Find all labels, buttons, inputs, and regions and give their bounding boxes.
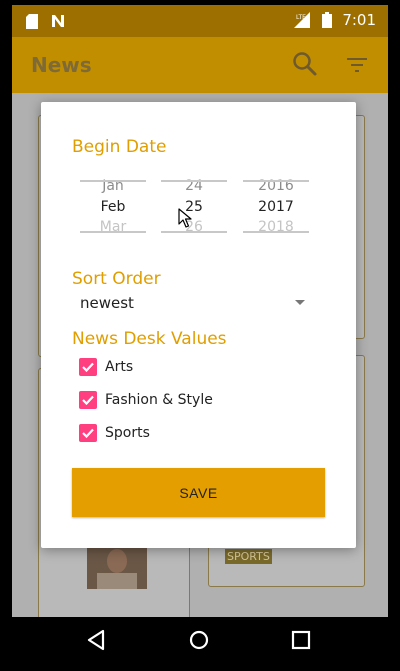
app-title: News: [31, 53, 92, 77]
news-desk-option-arts[interactable]: Arts: [79, 357, 133, 377]
filter-dialog: Begin Date Jan Feb Mar 24 25 26 2016 201…: [41, 102, 356, 548]
checkbox-checked-icon[interactable]: [79, 358, 97, 376]
picker-divider: [243, 180, 309, 182]
sort-order-title: Sort Order: [72, 269, 161, 289]
day-next-value[interactable]: 26: [161, 220, 227, 234]
navigation-bar: [12, 617, 388, 666]
status-bar: LTE 7:01: [12, 5, 388, 37]
dropdown-arrow-icon[interactable]: [295, 300, 305, 305]
article-thumbnail: [87, 545, 147, 589]
begin-date-title: Begin Date: [72, 137, 167, 157]
checkbox-checked-icon[interactable]: [79, 424, 97, 442]
search-icon[interactable]: [292, 51, 318, 81]
month-next-value[interactable]: Mar: [80, 220, 146, 234]
checkbox-label: Fashion & Style: [105, 392, 213, 408]
year-next-value[interactable]: 2018: [243, 220, 309, 234]
month-current-value[interactable]: Feb: [80, 199, 146, 215]
back-icon[interactable]: [86, 629, 106, 655]
sports-tag: SPORTS: [225, 549, 272, 564]
month-picker[interactable]: Jan Feb Mar: [80, 168, 146, 234]
filter-icon[interactable]: [347, 57, 367, 77]
news-desk-option-fashion[interactable]: Fashion & Style: [79, 390, 213, 410]
mouse-cursor-icon: [178, 208, 192, 232]
checkbox-label: Sports: [105, 425, 150, 441]
home-icon[interactable]: [188, 629, 210, 655]
sort-order-spinner[interactable]: newest: [80, 294, 134, 312]
battery-icon: [322, 12, 333, 28]
n-app-icon: [52, 15, 64, 27]
sd-card-icon: [26, 13, 38, 29]
picker-divider: [161, 180, 227, 182]
signal-icon: LTE: [294, 12, 311, 28]
day-picker[interactable]: 24 25 26: [161, 168, 227, 234]
news-desk-title: News Desk Values: [72, 329, 227, 349]
picker-divider: [80, 180, 146, 182]
checkbox-label: Arts: [105, 359, 134, 375]
network-type: LTE: [296, 14, 306, 21]
news-desk-option-sports[interactable]: Sports: [79, 423, 150, 443]
clock-time: 7:01: [342, 11, 376, 29]
app-bar: News: [12, 37, 388, 93]
checkbox-checked-icon[interactable]: [79, 391, 97, 409]
year-current-value[interactable]: 2017: [243, 199, 309, 215]
day-current-value[interactable]: 25: [161, 199, 227, 215]
recents-icon[interactable]: [291, 630, 311, 654]
year-picker[interactable]: 2016 2017 2018: [243, 168, 309, 234]
save-button[interactable]: SAVE: [72, 468, 325, 517]
